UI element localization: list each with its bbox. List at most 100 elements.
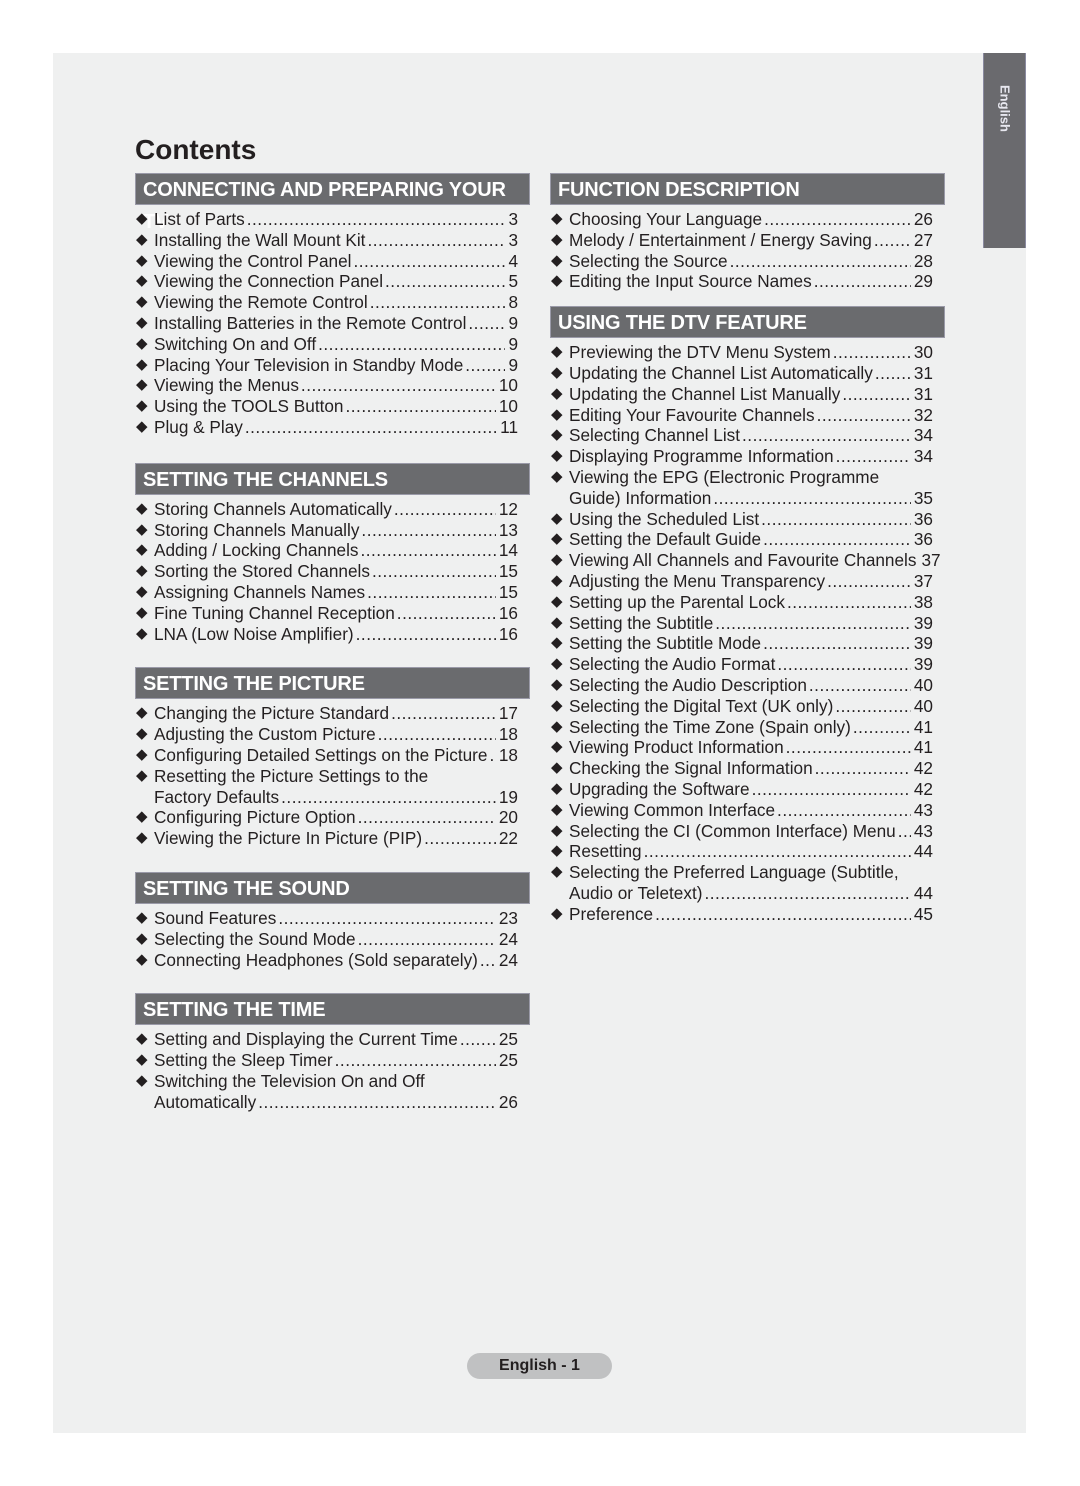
toc-entry[interactable]: ◆ LNA (Low Noise Amplifier) 16 [135, 624, 530, 645]
toc-entry[interactable]: ◆ Viewing the Menus 10 [135, 375, 530, 396]
toc-entry[interactable]: ◆ Selecting the Source 28 [550, 251, 945, 272]
toc-entry[interactable]: ◆ Selecting the Audio Description 40 [550, 675, 945, 696]
section-heading: SETTING THE SOUND [135, 871, 530, 904]
toc-entry[interactable]: ◆ Placing Your Television in Standby Mode… [135, 355, 530, 376]
toc-entry-label: List of Parts [154, 209, 245, 229]
toc-entry[interactable]: ◆ Selecting the Time Zone (Spain only) 41 [550, 717, 945, 738]
toc-entry[interactable]: ◆ Storing Channels Automatically 12 [135, 499, 530, 520]
toc-entry[interactable]: ◆ Fine Tuning Channel Reception 16 [135, 603, 530, 624]
toc-entry[interactable]: ◆ Assigning Channels Names 15 [135, 582, 530, 603]
toc-entry[interactable]: ◆ Setting and Displaying the Current Time… [135, 1029, 530, 1050]
toc-entry[interactable]: ◆ Melody / Entertainment / Energy Saving 2… [550, 230, 945, 251]
toc-entry-page-number: 16 [498, 602, 518, 623]
toc-entry-label: Viewing the Menus [154, 375, 299, 396]
toc-entry[interactable]: ◆ Adding / Locking Channels 14 [135, 540, 530, 561]
toc-entry[interactable]: ◆ Viewing the Control Panel 4 [135, 251, 530, 272]
toc-entry[interactable]: ◆ Installing the Wall Mount Kit 3 [135, 230, 530, 251]
toc-entry[interactable]: ◆ Adjusting the Custom Picture 18 [135, 724, 530, 745]
toc-entry[interactable]: ◆ Configuring Detailed Settings on the Pi… [135, 745, 530, 766]
toc-entry[interactable]: ◆ Selecting the Preferred Language (Subti… [550, 862, 945, 904]
toc-entry[interactable]: ◆ Viewing the Connection Panel 5 [135, 271, 530, 292]
toc-entry[interactable]: ◆ Setting the Sleep Timer 25 [135, 1050, 530, 1071]
toc-entry[interactable]: ◆ List of Parts 3 [135, 209, 530, 230]
diamond-bullet-icon: ◆ [136, 251, 148, 269]
toc-entry[interactable]: ◆ Updating the Channel List Manually 31 [550, 384, 945, 405]
toc-entry[interactable]: ◆ Displaying Programme Information 34 [550, 446, 945, 467]
toc-entry[interactable]: ◆ Using the Scheduled List 36 [550, 509, 945, 530]
toc-entry-page-number: 34 [913, 446, 933, 467]
toc-entry-label: Checking the Signal Information [569, 758, 813, 779]
toc-entry-page-number: 32 [913, 404, 933, 425]
toc-entry[interactable]: ◆ Viewing Product Information 41 [550, 737, 945, 758]
toc-entry[interactable]: ◆ Resetting the Picture Settings to the Fa… [135, 766, 530, 808]
toc-entry[interactable]: ◆ Selecting the Audio Format 39 [550, 654, 945, 675]
toc-entry-label: Updating the Channel List Manually [569, 383, 841, 404]
diamond-bullet-icon: ◆ [551, 863, 563, 881]
toc-entry-label: Using the TOOLS Button [154, 396, 344, 417]
toc-entry[interactable]: ◆ Selecting the Sound Mode 24 [135, 929, 530, 950]
diamond-bullet-icon: ◆ [136, 376, 148, 394]
toc-entry-label: Viewing Common Interface [569, 799, 776, 820]
toc-entry[interactable]: ◆ Switching On and Off 9 [135, 334, 530, 355]
toc-entry[interactable]: ◆ Setting the Subtitle Mode 39 [550, 633, 945, 654]
toc-entry[interactable]: ◆ Viewing the EPG (Electronic Programme Gu… [550, 467, 945, 509]
toc-entry[interactable]: ◆ Sorting the Stored Channels 15 [135, 561, 530, 582]
diamond-bullet-icon: ◆ [136, 397, 148, 415]
toc-entry[interactable]: ◆ Storing Channels Manually 13 [135, 520, 530, 541]
toc-entry-label: Setting the Default Guide [569, 529, 762, 550]
toc-entry[interactable]: ◆ Editing Your Favourite Channels 32 [550, 405, 945, 426]
diamond-bullet-icon: ◆ [551, 655, 563, 673]
toc-entry-page-number: 13 [498, 519, 518, 540]
toc-entry-page-number: 30 [913, 342, 933, 363]
toc-entry-label: Viewing the EPG (Electronic Programme [569, 466, 880, 487]
diamond-bullet-icon: ◆ [136, 766, 148, 784]
toc-entry[interactable]: ◆ Selecting the Digital Text (UK only) 40 [550, 696, 945, 717]
section-heading: FUNCTION DESCRIPTION [550, 173, 945, 205]
toc-entry-page-number: 10 [498, 375, 518, 396]
toc-entry[interactable]: ◆ Viewing the Remote Control 8 [135, 292, 530, 313]
toc-entry[interactable]: ◆ Connecting Headphones (Sold separately)… [135, 950, 530, 971]
toc-entry[interactable]: ◆ Choosing Your Language 26 [550, 209, 945, 230]
toc-entry[interactable]: ◆ Updating the Channel List Automatically… [550, 363, 945, 384]
toc-entry[interactable]: ◆ Configuring Picture Option 20 [135, 807, 530, 828]
toc-entry[interactable]: ◆ Adjusting the Menu Transparency 37 [550, 571, 945, 592]
toc-entry[interactable]: ◆ Previewing the DTV Menu System 30 [550, 342, 945, 363]
toc-entry[interactable]: ◆ Changing the Picture Standard 17 [135, 703, 530, 724]
toc-list: ◆ Setting and Displaying the Current Time… [135, 1029, 530, 1112]
dot-leader [761, 509, 911, 530]
toc-entry-page-number: 39 [913, 633, 933, 654]
dot-leader [356, 624, 496, 645]
dot-leader [777, 800, 911, 821]
dot-leader [833, 342, 911, 363]
toc-entry[interactable]: ◆ Editing the Input Source Names 29 [550, 271, 945, 292]
diamond-bullet-icon: ◆ [136, 950, 148, 968]
dot-leader [245, 417, 497, 438]
dot-leader [378, 724, 496, 745]
toc-entry[interactable]: ◆ Switching the Television On and Off Auto… [135, 1071, 530, 1113]
toc-entry-label: Setting the Sleep Timer [154, 1050, 333, 1071]
toc-entry-label: Installing the Wall Mount Kit [154, 229, 366, 250]
toc-entry[interactable]: ◆ Selecting the CI (Common Interface) Men… [550, 821, 945, 842]
toc-entry[interactable]: ◆ Viewing Common Interface 43 [550, 800, 945, 821]
toc-entry-page-number: 37 [913, 570, 933, 591]
dot-leader [358, 807, 496, 828]
toc-entry[interactable]: ◆ Viewing All Channels and Favourite Chan… [550, 550, 945, 571]
toc-entry[interactable]: ◆ Selecting Channel List 34 [550, 425, 945, 446]
toc-entry[interactable]: ◆ Installing Batteries in the Remote Cont… [135, 313, 530, 334]
toc-entry-page-number: 9 [508, 354, 518, 375]
toc-entry[interactable]: ◆ Setting the Subtitle 39 [550, 613, 945, 634]
toc-entry-label: Selecting the Time Zone (Spain only) [569, 716, 851, 737]
toc-entry-label: Preference [569, 903, 654, 924]
toc-entry[interactable]: ◆ Plug & Play 11 [135, 417, 530, 438]
toc-entry[interactable]: ◆ Setting up the Parental Lock 38 [550, 592, 945, 613]
toc-entry[interactable]: ◆ Using the TOOLS Button 10 [135, 396, 530, 417]
toc-entry[interactable]: ◆ Upgrading the Software 42 [550, 779, 945, 800]
toc-entry[interactable]: ◆ Setting the Default Guide 36 [550, 529, 945, 550]
toc-entry-page-number: 12 [498, 498, 518, 519]
toc-entry[interactable]: ◆ Checking the Signal Information 42 [550, 758, 945, 779]
toc-entry[interactable]: ◆ Preference 45 [550, 904, 945, 925]
toc-entry[interactable]: ◆ Viewing the Picture In Picture (PIP) 22 [135, 828, 530, 849]
toc-entry-page-number: 16 [498, 623, 518, 644]
toc-entry[interactable]: ◆ Sound Features 23 [135, 908, 530, 929]
toc-entry[interactable]: ◆ Resetting 44 [550, 841, 945, 862]
